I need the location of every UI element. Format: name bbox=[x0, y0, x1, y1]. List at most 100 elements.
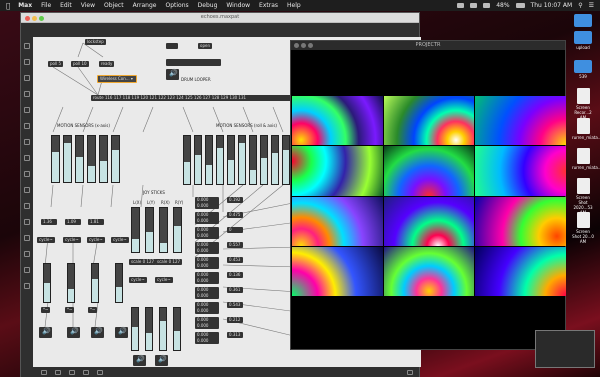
motion-sensor-slider[interactable] bbox=[51, 135, 60, 183]
menu-object[interactable]: Object bbox=[104, 2, 124, 9]
audio-toggle-icon[interactable] bbox=[407, 370, 413, 375]
menu-view[interactable]: View bbox=[81, 2, 95, 9]
motion-sensor-slider[interactable] bbox=[260, 135, 268, 185]
speaker-button-2[interactable]: 🔊 bbox=[67, 327, 80, 338]
battery-icon[interactable] bbox=[515, 3, 525, 8]
joy-cycle-1[interactable]: cycle~ bbox=[129, 277, 147, 283]
motion-sensor-slider[interactable] bbox=[216, 135, 224, 185]
joy-stick-slider[interactable] bbox=[159, 207, 168, 253]
lockstep-object[interactable]: lockstep bbox=[85, 39, 106, 45]
ready-message[interactable]: ready bbox=[99, 61, 115, 67]
lock-icon[interactable] bbox=[24, 43, 30, 49]
line-number-box[interactable]: 0.000 0.000 bbox=[195, 227, 219, 239]
gain-slider[interactable] bbox=[115, 263, 123, 303]
new-object-icon[interactable] bbox=[24, 91, 30, 97]
motion-sensor-slider[interactable] bbox=[183, 135, 191, 185]
cycle-object-2[interactable]: cycle~ bbox=[63, 237, 81, 243]
gain-slider[interactable] bbox=[131, 307, 139, 351]
presentation-toggle-icon[interactable] bbox=[55, 370, 61, 375]
line-number-box[interactable]: 0.000 0.000 bbox=[195, 332, 219, 344]
joy-scale-1[interactable]: scale 0 127 bbox=[129, 259, 157, 265]
menu-clock[interactable]: Thu 10:07 AM bbox=[531, 2, 573, 9]
scale-number-3[interactable]: 1.81 bbox=[88, 219, 104, 225]
grid-toggle-icon[interactable] bbox=[69, 370, 75, 375]
comment-icon[interactable] bbox=[24, 123, 30, 129]
menu-options[interactable]: Options bbox=[165, 2, 188, 9]
motion-sensor-slider[interactable] bbox=[238, 135, 246, 185]
max-title-bar[interactable]: echoes.maxpat bbox=[21, 13, 419, 23]
presentation-icon[interactable] bbox=[24, 59, 30, 65]
motion-sensor-slider[interactable] bbox=[282, 135, 290, 185]
cycle-object-1[interactable]: cycle~ bbox=[37, 237, 55, 243]
output-number-box[interactable]: 0.557 bbox=[227, 242, 243, 248]
route-object[interactable]: route 116 117 118 119 120 121 122 123 12… bbox=[91, 95, 293, 101]
button-icon[interactable] bbox=[24, 139, 30, 145]
poll-5-message[interactable]: poll 5 bbox=[48, 61, 64, 67]
grid-icon[interactable] bbox=[24, 75, 30, 81]
desktop-file-immigration[interactable]: rurren_miata...mmigration bbox=[572, 118, 600, 140]
slider-icon[interactable] bbox=[24, 187, 30, 193]
screenshot-thumbnail-preview[interactable] bbox=[535, 330, 595, 368]
projector-title-bar[interactable]: PROJECTR bbox=[291, 41, 565, 50]
joy-cycle-2[interactable]: cycle~ bbox=[155, 277, 173, 283]
line-number-box[interactable]: 0.000 0.000 bbox=[195, 302, 219, 314]
output-number-box[interactable]: 0.361 bbox=[227, 287, 243, 293]
menu-file[interactable]: File bbox=[41, 2, 51, 9]
gain-slider[interactable] bbox=[145, 307, 153, 351]
app-menu[interactable]: Max bbox=[18, 2, 32, 9]
gain-slider[interactable] bbox=[173, 307, 181, 351]
scale-number-2[interactable]: 1.09 bbox=[65, 219, 81, 225]
speaker-button-4[interactable]: 🔊 bbox=[115, 327, 128, 338]
dial-icon[interactable] bbox=[24, 203, 30, 209]
debug-icon[interactable] bbox=[97, 370, 103, 375]
line-number-box[interactable]: 0.000 0.000 bbox=[195, 257, 219, 269]
motion-sensor-slider[interactable] bbox=[75, 135, 84, 183]
gain-slider[interactable] bbox=[91, 263, 99, 303]
wifi-icon[interactable] bbox=[457, 3, 465, 8]
motion-sensor-slider[interactable] bbox=[271, 135, 279, 185]
drum-play-bar[interactable] bbox=[166, 59, 221, 66]
desktop-folder-539[interactable]: 539 bbox=[572, 60, 594, 79]
cycle-object-3[interactable]: cycle~ bbox=[87, 237, 105, 243]
mult-object-2[interactable]: *~ bbox=[65, 307, 75, 313]
device-menu[interactable]: Wireless Con... ▾ bbox=[97, 75, 137, 83]
desktop-file-screenshot-1[interactable]: Screen Shot 2020...53 AM bbox=[572, 178, 594, 215]
drum-speaker-button[interactable]: 🔊 bbox=[166, 69, 179, 80]
control-center-icon[interactable]: ☰ bbox=[589, 2, 594, 9]
line-number-box[interactable]: 0.000 0.000 bbox=[195, 287, 219, 299]
motion-sensor-slider[interactable] bbox=[227, 135, 235, 185]
joy-stick-slider[interactable] bbox=[131, 207, 140, 253]
line-number-box[interactable]: 0.000 0.000 bbox=[195, 212, 219, 224]
menu-window[interactable]: Window bbox=[226, 2, 250, 9]
menu-arrange[interactable]: Arrange bbox=[133, 2, 157, 9]
poll-10-message[interactable]: poll 10 bbox=[71, 61, 89, 67]
mult-object-3[interactable]: *~ bbox=[88, 307, 98, 313]
motion-sensor-slider[interactable] bbox=[99, 135, 108, 183]
joy-stick-slider[interactable] bbox=[173, 207, 182, 253]
output-number-box[interactable]: 0.192 bbox=[227, 197, 243, 203]
jitter-icon[interactable] bbox=[24, 235, 30, 241]
desktop-folder-upload[interactable]: upload bbox=[572, 31, 594, 50]
gain-slider[interactable] bbox=[67, 263, 75, 303]
toggle-icon[interactable] bbox=[24, 155, 30, 161]
motion-sensor-slider[interactable] bbox=[205, 135, 213, 185]
menu-debug[interactable]: Debug bbox=[198, 2, 218, 9]
line-number-box[interactable]: 0.000 0.000 bbox=[195, 272, 219, 284]
patcher-icon[interactable] bbox=[24, 267, 30, 273]
desktop-file-screen-recording[interactable]: Screen Recor...2 AM bbox=[572, 88, 594, 120]
output-number-box[interactable]: 0.543 bbox=[227, 302, 243, 308]
snippet-icon[interactable] bbox=[24, 283, 30, 289]
drum-file-box[interactable] bbox=[166, 43, 178, 49]
search-icon[interactable]: ⚲ bbox=[578, 2, 582, 9]
line-number-box[interactable]: 0.000 0.000 bbox=[195, 317, 219, 329]
output-number-box[interactable]: 0.212 bbox=[227, 317, 243, 323]
joy-scale-2[interactable]: scale 0 127 bbox=[155, 259, 183, 265]
zoom-icon[interactable] bbox=[83, 370, 89, 375]
line-number-box[interactable]: 0.000 0.000 bbox=[195, 197, 219, 209]
mult-object-1[interactable]: *~ bbox=[41, 307, 51, 313]
output-number-box[interactable]: 0.313 bbox=[227, 332, 243, 338]
message-icon[interactable] bbox=[24, 107, 30, 113]
desktop-folder[interactable] bbox=[572, 14, 594, 28]
audio-icon[interactable] bbox=[24, 219, 30, 225]
gain-slider[interactable] bbox=[43, 263, 51, 303]
